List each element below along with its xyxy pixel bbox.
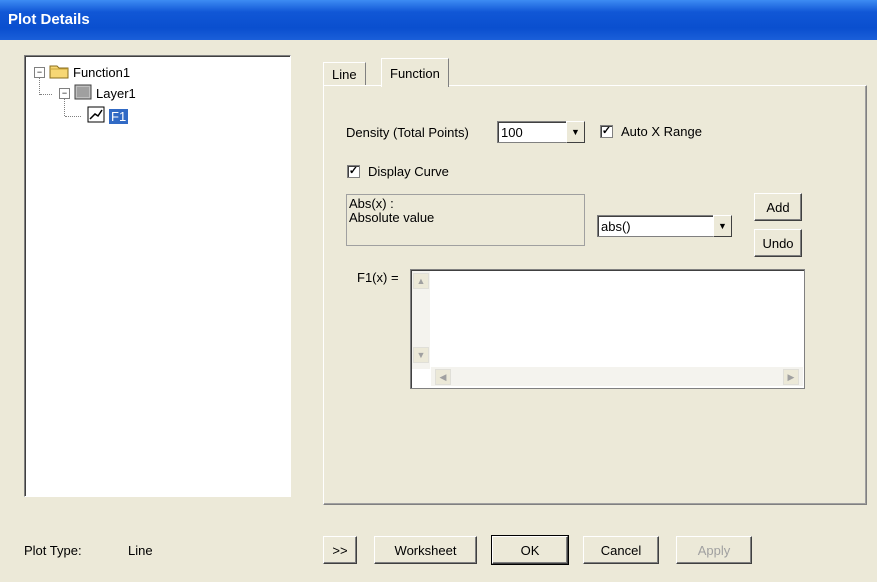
auto-x-range-checkbox[interactable]: ✓ Auto X Range xyxy=(600,124,702,139)
function-select-value: abs() xyxy=(597,215,713,237)
layer-icon xyxy=(74,84,92,103)
plot-tree-view[interactable]: − Function1 − Layer1 F1 xyxy=(24,55,291,497)
worksheet-label: Worksheet xyxy=(394,542,457,558)
tree-node-label: Function1 xyxy=(73,65,131,80)
add-label: Add xyxy=(766,199,790,215)
tab-line[interactable]: Line xyxy=(323,62,366,85)
tree-node-label: F1 xyxy=(109,108,129,124)
vertical-scrollbar[interactable]: ▲ ▼ xyxy=(412,271,430,369)
scroll-down-icon[interactable]: ▼ xyxy=(413,347,429,363)
undo-label: Undo xyxy=(762,235,794,251)
formula-label: F1(x) = xyxy=(357,270,399,285)
tree-node-f1[interactable]: F1 xyxy=(83,106,129,126)
checkmark-icon[interactable]: ✓ xyxy=(347,165,360,178)
window-title: Plot Details xyxy=(8,11,90,28)
tab-label: Line xyxy=(332,66,357,82)
tree-node-label: Layer1 xyxy=(96,86,136,101)
title-bar[interactable]: Plot Details xyxy=(0,0,877,40)
description-text: Absolute value xyxy=(349,210,435,225)
chevron-down-icon[interactable]: ▼ xyxy=(566,121,585,143)
add-button[interactable]: Add xyxy=(754,193,802,221)
function-description: Abs(x) : Absolute value xyxy=(346,194,585,246)
checkmark-icon[interactable]: ✓ xyxy=(600,125,613,138)
apply-label: Apply xyxy=(697,542,731,558)
apply-button[interactable]: Apply xyxy=(676,536,752,564)
chevron-down-icon[interactable]: ▼ xyxy=(713,215,732,237)
folder-icon xyxy=(49,63,69,82)
tab-function[interactable]: Function xyxy=(381,58,449,87)
ok-label: OK xyxy=(520,542,540,558)
scroll-right-icon[interactable]: ▶ xyxy=(783,369,799,385)
horizontal-scrollbar[interactable]: ◀ ▶ xyxy=(431,367,803,386)
tab-label: Function xyxy=(390,65,440,81)
scroll-left-icon[interactable]: ◀ xyxy=(435,369,451,385)
tree-node-function1[interactable]: − Function1 xyxy=(34,63,130,82)
function-select[interactable]: abs() ▼ xyxy=(597,215,732,237)
collapse-icon[interactable]: − xyxy=(59,88,70,99)
description-title: Abs(x) : xyxy=(349,196,394,211)
function-plot-icon xyxy=(87,106,105,126)
expand-button[interactable]: >> xyxy=(323,536,357,564)
density-label: Density (Total Points) xyxy=(346,125,469,140)
cancel-button[interactable]: Cancel xyxy=(583,536,659,564)
density-select[interactable]: 100 ▼ xyxy=(497,121,585,143)
expand-label: >> xyxy=(332,542,348,558)
display-curve-checkbox[interactable]: ✓ Display Curve xyxy=(347,164,449,179)
formula-editor[interactable]: ▲ ▼ ◀ ▶ xyxy=(410,269,805,389)
ok-button[interactable]: OK xyxy=(491,535,569,565)
collapse-icon[interactable]: − xyxy=(34,67,45,78)
display-curve-label: Display Curve xyxy=(368,164,449,179)
plot-type-label: Plot Type: xyxy=(24,543,82,558)
cancel-label: Cancel xyxy=(600,542,642,558)
undo-button[interactable]: Undo xyxy=(754,229,802,257)
density-value: 100 xyxy=(497,121,566,143)
scroll-up-icon[interactable]: ▲ xyxy=(413,273,429,289)
worksheet-button[interactable]: Worksheet xyxy=(374,536,477,564)
plot-type-value: Line xyxy=(128,543,153,558)
tree-node-layer1[interactable]: − Layer1 xyxy=(59,84,136,103)
auto-x-range-label: Auto X Range xyxy=(621,124,702,139)
